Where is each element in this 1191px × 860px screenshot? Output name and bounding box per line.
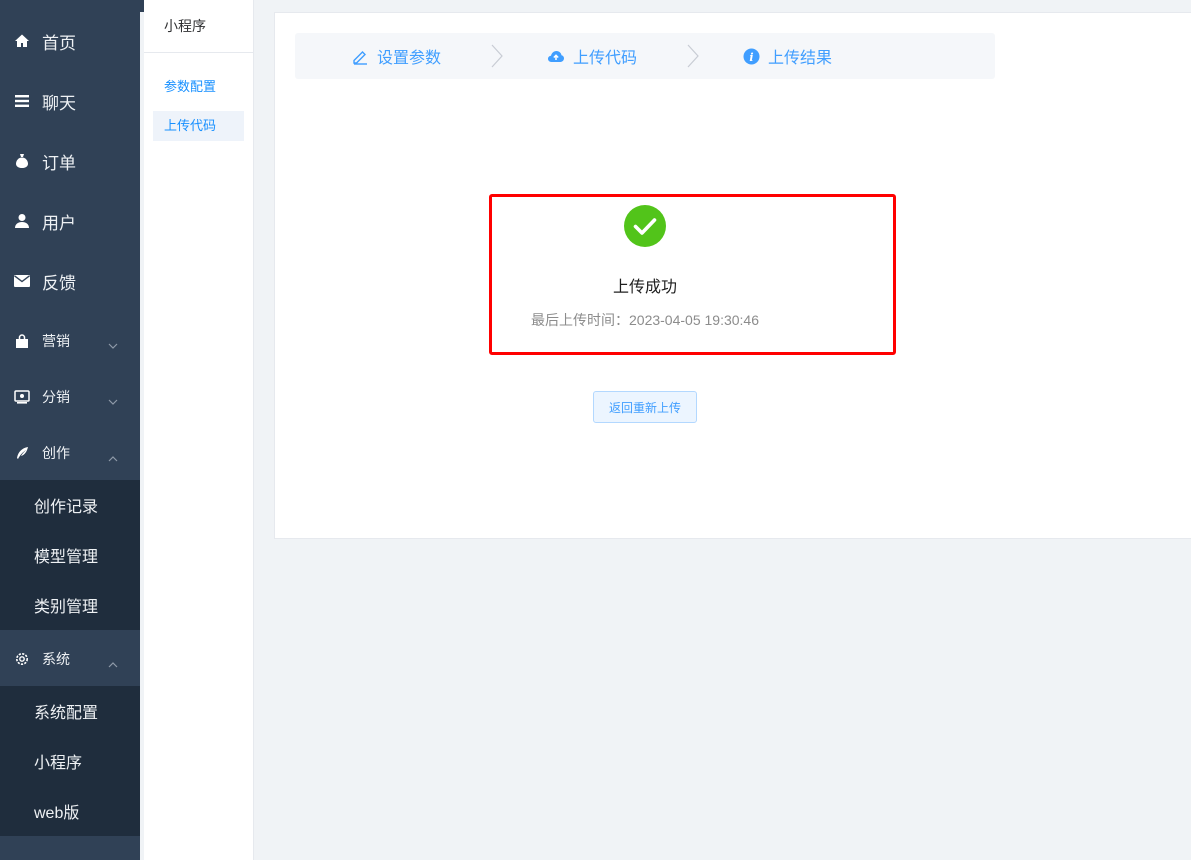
last-upload-time: 最后上传时间：2023-04-05 19:30:46: [531, 312, 759, 328]
nav-item-label: 系统: [42, 651, 70, 667]
upload-result-card: 设置参数 上传代码 i 上传结果 上传成功 最后上传时间：2023-04-05 …: [274, 12, 1191, 539]
cloud-upload-icon: [547, 49, 565, 63]
edit-icon: [351, 47, 369, 65]
nav-item-label: 营销: [42, 333, 70, 349]
nav-item-orders[interactable]: 订单: [0, 131, 140, 191]
nav-item-label: 反馈: [42, 273, 76, 293]
nav-subitem-category-management[interactable]: 类别管理: [0, 580, 140, 630]
nav-item-label: 聊天: [42, 93, 76, 113]
nav-subitem-label: web版: [34, 805, 80, 822]
chevron-down-icon: [108, 393, 118, 409]
nav-subitem-label: 创作记录: [34, 499, 99, 516]
nav-item-label: 订单: [42, 153, 76, 173]
user-icon: [14, 213, 30, 229]
nav-item-distribution[interactable]: 分销: [0, 369, 140, 425]
gear-icon: [14, 651, 30, 667]
nav-subitem-label: 类别管理: [34, 599, 99, 616]
nav-subitem-system-config[interactable]: 系统配置: [0, 686, 140, 736]
nav-item-label: 首页: [42, 33, 76, 53]
secondary-menu-title: 小程序: [144, 0, 253, 53]
step-label: 上传结果: [768, 50, 833, 67]
step-set-params[interactable]: 设置参数: [351, 33, 441, 79]
nav-item-label: 分销: [42, 389, 70, 405]
reupload-button[interactable]: 返回重新上传: [593, 391, 697, 423]
nav-subitem-creation-records[interactable]: 创作记录: [0, 480, 140, 530]
secondary-menu-item-params[interactable]: 参数配置: [153, 72, 244, 102]
nav-item-label: 创作: [42, 445, 70, 461]
nav-subitem-web[interactable]: web版: [0, 786, 140, 836]
info-icon: i: [743, 48, 760, 65]
main-sidebar: 首页 聊天 订单 用户 反馈 营销 分销 创作 创作记录 模型管理 类别管理 系…: [0, 0, 140, 860]
share-icon: [14, 389, 30, 405]
nav-item-feedback[interactable]: 反馈: [0, 251, 140, 311]
chevron-right-icon: [687, 44, 699, 73]
chevron-down-icon: [108, 337, 118, 353]
nav-subitem-model-management[interactable]: 模型管理: [0, 530, 140, 580]
nav-subitem-label: 模型管理: [34, 549, 99, 566]
secondary-menu: 小程序 参数配置 上传代码: [144, 0, 254, 860]
success-check-icon: [623, 204, 667, 253]
nav-item-label: 用户: [42, 213, 76, 233]
nav-item-home[interactable]: 首页: [0, 11, 140, 71]
nav-item-creation[interactable]: 创作: [0, 425, 140, 481]
nav-item-users[interactable]: 用户: [0, 191, 140, 251]
secondary-menu-item-upload[interactable]: 上传代码: [153, 111, 244, 141]
nav-subitem-label: 小程序: [34, 755, 83, 772]
shopping-bag-icon: [14, 333, 30, 349]
step-label: 设置参数: [377, 50, 442, 67]
nav-subitem-mini-program[interactable]: 小程序: [0, 736, 140, 786]
feather-icon: [14, 445, 30, 461]
nav-subitem-label: 系统配置: [34, 705, 99, 722]
result-title: 上传成功: [612, 279, 677, 296]
steps-bar: 设置参数 上传代码 i 上传结果: [295, 33, 995, 79]
step-label: 上传代码: [573, 50, 638, 67]
step-upload-result[interactable]: i 上传结果: [743, 33, 832, 79]
nav-item-system[interactable]: 系统: [0, 631, 140, 687]
chevron-up-icon: [108, 655, 118, 671]
chevron-up-icon: [108, 449, 118, 465]
mail-icon: [14, 273, 30, 289]
money-bag-icon: [14, 153, 30, 169]
nav-item-chat[interactable]: 聊天: [0, 71, 140, 131]
list-icon: [14, 93, 30, 109]
nav-item-marketing[interactable]: 营销: [0, 313, 140, 369]
chevron-right-icon: [491, 44, 503, 73]
step-upload-code[interactable]: 上传代码: [547, 33, 637, 79]
svg-text:i: i: [749, 50, 753, 63]
home-icon: [14, 33, 30, 49]
